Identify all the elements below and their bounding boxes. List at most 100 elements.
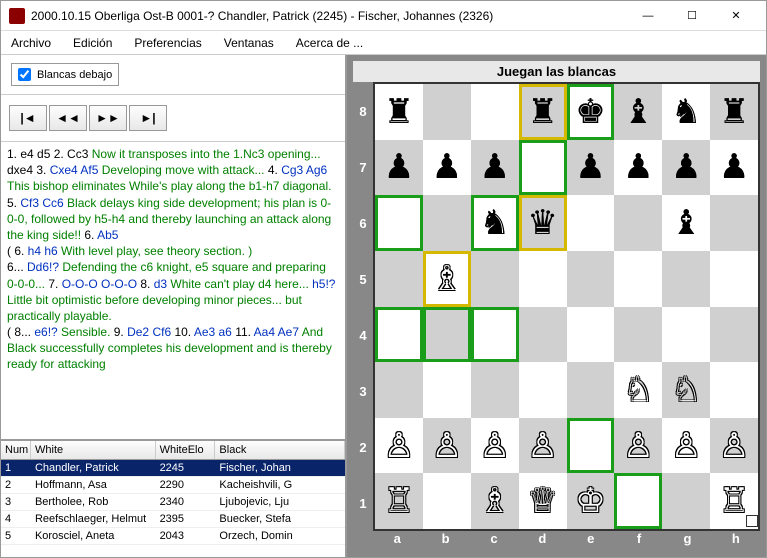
minimize-button[interactable]: — <box>626 2 670 30</box>
menu-acerca[interactable]: Acerca de ... <box>292 34 367 52</box>
square-h5[interactable] <box>710 251 758 307</box>
square-g1[interactable] <box>662 473 710 529</box>
move-segment[interactable]: 3. <box>33 163 50 177</box>
move-segment[interactable]: 4. <box>265 163 282 177</box>
move-segment[interactable]: dxe4 <box>7 163 33 177</box>
square-b4[interactable] <box>423 307 471 363</box>
piece-wp[interactable]: ♙ <box>623 429 653 463</box>
col-elo-header[interactable]: WhiteElo <box>156 441 216 459</box>
piece-wr[interactable]: ♖ <box>384 484 414 518</box>
square-e6[interactable] <box>567 195 615 251</box>
piece-wb[interactable]: ♗ <box>479 484 509 518</box>
nav-last-button[interactable]: ►| <box>129 105 167 131</box>
table-row[interactable]: 5Korosciel, Aneta2043Orzech, Domin <box>1 528 345 545</box>
moves-pane[interactable]: 1. e4 d5 2. Cc3 Now it transposes into t… <box>1 142 345 441</box>
move-segment[interactable]: Dd6!? <box>27 260 59 274</box>
square-a4[interactable] <box>375 307 423 363</box>
square-f5[interactable] <box>614 251 662 307</box>
square-g4[interactable] <box>662 307 710 363</box>
piece-wp[interactable]: ♙ <box>671 429 701 463</box>
square-c7[interactable]: ♟ <box>471 140 519 196</box>
square-d6[interactable]: ♛ <box>519 195 567 251</box>
square-c4[interactable] <box>471 307 519 363</box>
piece-br[interactable]: ♜ <box>527 95 557 129</box>
piece-wn[interactable]: ♘ <box>623 373 653 407</box>
piece-bn[interactable]: ♞ <box>671 95 701 129</box>
piece-wp[interactable]: ♙ <box>719 429 749 463</box>
nav-back-button[interactable]: ◄◄ <box>49 105 87 131</box>
square-g8[interactable]: ♞ <box>662 84 710 140</box>
square-h8[interactable]: ♜ <box>710 84 758 140</box>
square-c8[interactable] <box>471 84 519 140</box>
piece-wp[interactable]: ♙ <box>432 429 462 463</box>
square-a1[interactable]: ♖ <box>375 473 423 529</box>
move-segment[interactable]: Cxe4 Af5 <box>50 163 99 177</box>
piece-bp[interactable]: ♟ <box>384 150 414 184</box>
square-d4[interactable] <box>519 307 567 363</box>
move-segment[interactable]: 2. Cc3 <box>50 147 88 161</box>
piece-bk[interactable]: ♚ <box>575 95 605 129</box>
square-e4[interactable] <box>567 307 615 363</box>
piece-bp[interactable]: ♟ <box>575 150 605 184</box>
menu-preferencias[interactable]: Preferencias <box>130 34 205 52</box>
piece-wp[interactable]: ♙ <box>384 429 414 463</box>
square-d5[interactable] <box>519 251 567 307</box>
move-segment[interactable]: Ab5 <box>97 228 118 242</box>
move-segment[interactable]: h5!? <box>309 277 336 291</box>
square-a3[interactable] <box>375 362 423 418</box>
square-c2[interactable]: ♙ <box>471 418 519 474</box>
move-segment[interactable]: De2 Cf6 <box>127 325 171 339</box>
maximize-button[interactable]: ☐ <box>670 2 714 30</box>
piece-br[interactable]: ♜ <box>384 95 414 129</box>
piece-bp[interactable]: ♟ <box>432 150 462 184</box>
piece-bp[interactable]: ♟ <box>719 150 749 184</box>
move-segment[interactable]: 6. <box>81 228 97 242</box>
table-row[interactable]: 4Reefschlaeger, Helmut2395Buecker, Stefa <box>1 511 345 528</box>
square-e2[interactable] <box>567 418 615 474</box>
move-segment[interactable]: Little bit optimistic before developing … <box>7 293 302 323</box>
square-c3[interactable] <box>471 362 519 418</box>
move-segment[interactable]: h4 h6 <box>28 244 58 258</box>
piece-bn[interactable]: ♞ <box>479 206 509 240</box>
square-f6[interactable] <box>614 195 662 251</box>
piece-bb[interactable]: ♝ <box>623 95 653 129</box>
square-a5[interactable] <box>375 251 423 307</box>
col-black-header[interactable]: Black <box>215 441 345 459</box>
square-d7[interactable] <box>519 140 567 196</box>
piece-wk[interactable]: ♔ <box>575 484 605 518</box>
move-segment[interactable]: 9. <box>110 325 127 339</box>
piece-bp[interactable]: ♟ <box>479 150 509 184</box>
chessboard[interactable]: ♜♜♚♝♞♜♟♟♟♟♟♟♟♞♛♝♗♘♘♙♙♙♙♙♙♙♖♗♕♔♖ <box>373 82 760 531</box>
square-a8[interactable]: ♜ <box>375 84 423 140</box>
square-b1[interactable] <box>423 473 471 529</box>
move-segment[interactable]: ( 6. <box>7 244 28 258</box>
move-segment[interactable]: 6... <box>7 260 27 274</box>
games-grid[interactable]: Num White WhiteElo Black 1Chandler, Patr… <box>1 441 345 557</box>
square-e3[interactable] <box>567 362 615 418</box>
move-segment[interactable]: With level play, see theory section. ) <box>58 244 253 258</box>
col-white-header[interactable]: White <box>31 441 156 459</box>
square-g2[interactable]: ♙ <box>662 418 710 474</box>
col-num-header[interactable]: Num <box>1 441 31 459</box>
square-d8[interactable]: ♜ <box>519 84 567 140</box>
move-segment[interactable]: O-O-O O-O-O <box>62 277 137 291</box>
piece-wr[interactable]: ♖ <box>719 484 749 518</box>
move-segment[interactable]: 5. <box>7 196 20 210</box>
move-segment[interactable]: Now it transposes into the 1.Nc3 opening… <box>88 147 320 161</box>
square-a7[interactable]: ♟ <box>375 140 423 196</box>
square-c6[interactable]: ♞ <box>471 195 519 251</box>
square-e5[interactable] <box>567 251 615 307</box>
menu-archivo[interactable]: Archivo <box>7 34 55 52</box>
piece-wn[interactable]: ♘ <box>671 373 701 407</box>
move-segment[interactable]: Cg3 Ag6 <box>281 163 327 177</box>
square-b6[interactable] <box>423 195 471 251</box>
move-segment[interactable]: Ae3 a6 <box>194 325 232 339</box>
square-f8[interactable]: ♝ <box>614 84 662 140</box>
square-f3[interactable]: ♘ <box>614 362 662 418</box>
piece-wp[interactable]: ♙ <box>479 429 509 463</box>
square-g5[interactable] <box>662 251 710 307</box>
square-e7[interactable]: ♟ <box>567 140 615 196</box>
square-f4[interactable] <box>614 307 662 363</box>
piece-bq[interactable]: ♛ <box>527 206 557 240</box>
whites-below-input[interactable] <box>18 68 31 81</box>
